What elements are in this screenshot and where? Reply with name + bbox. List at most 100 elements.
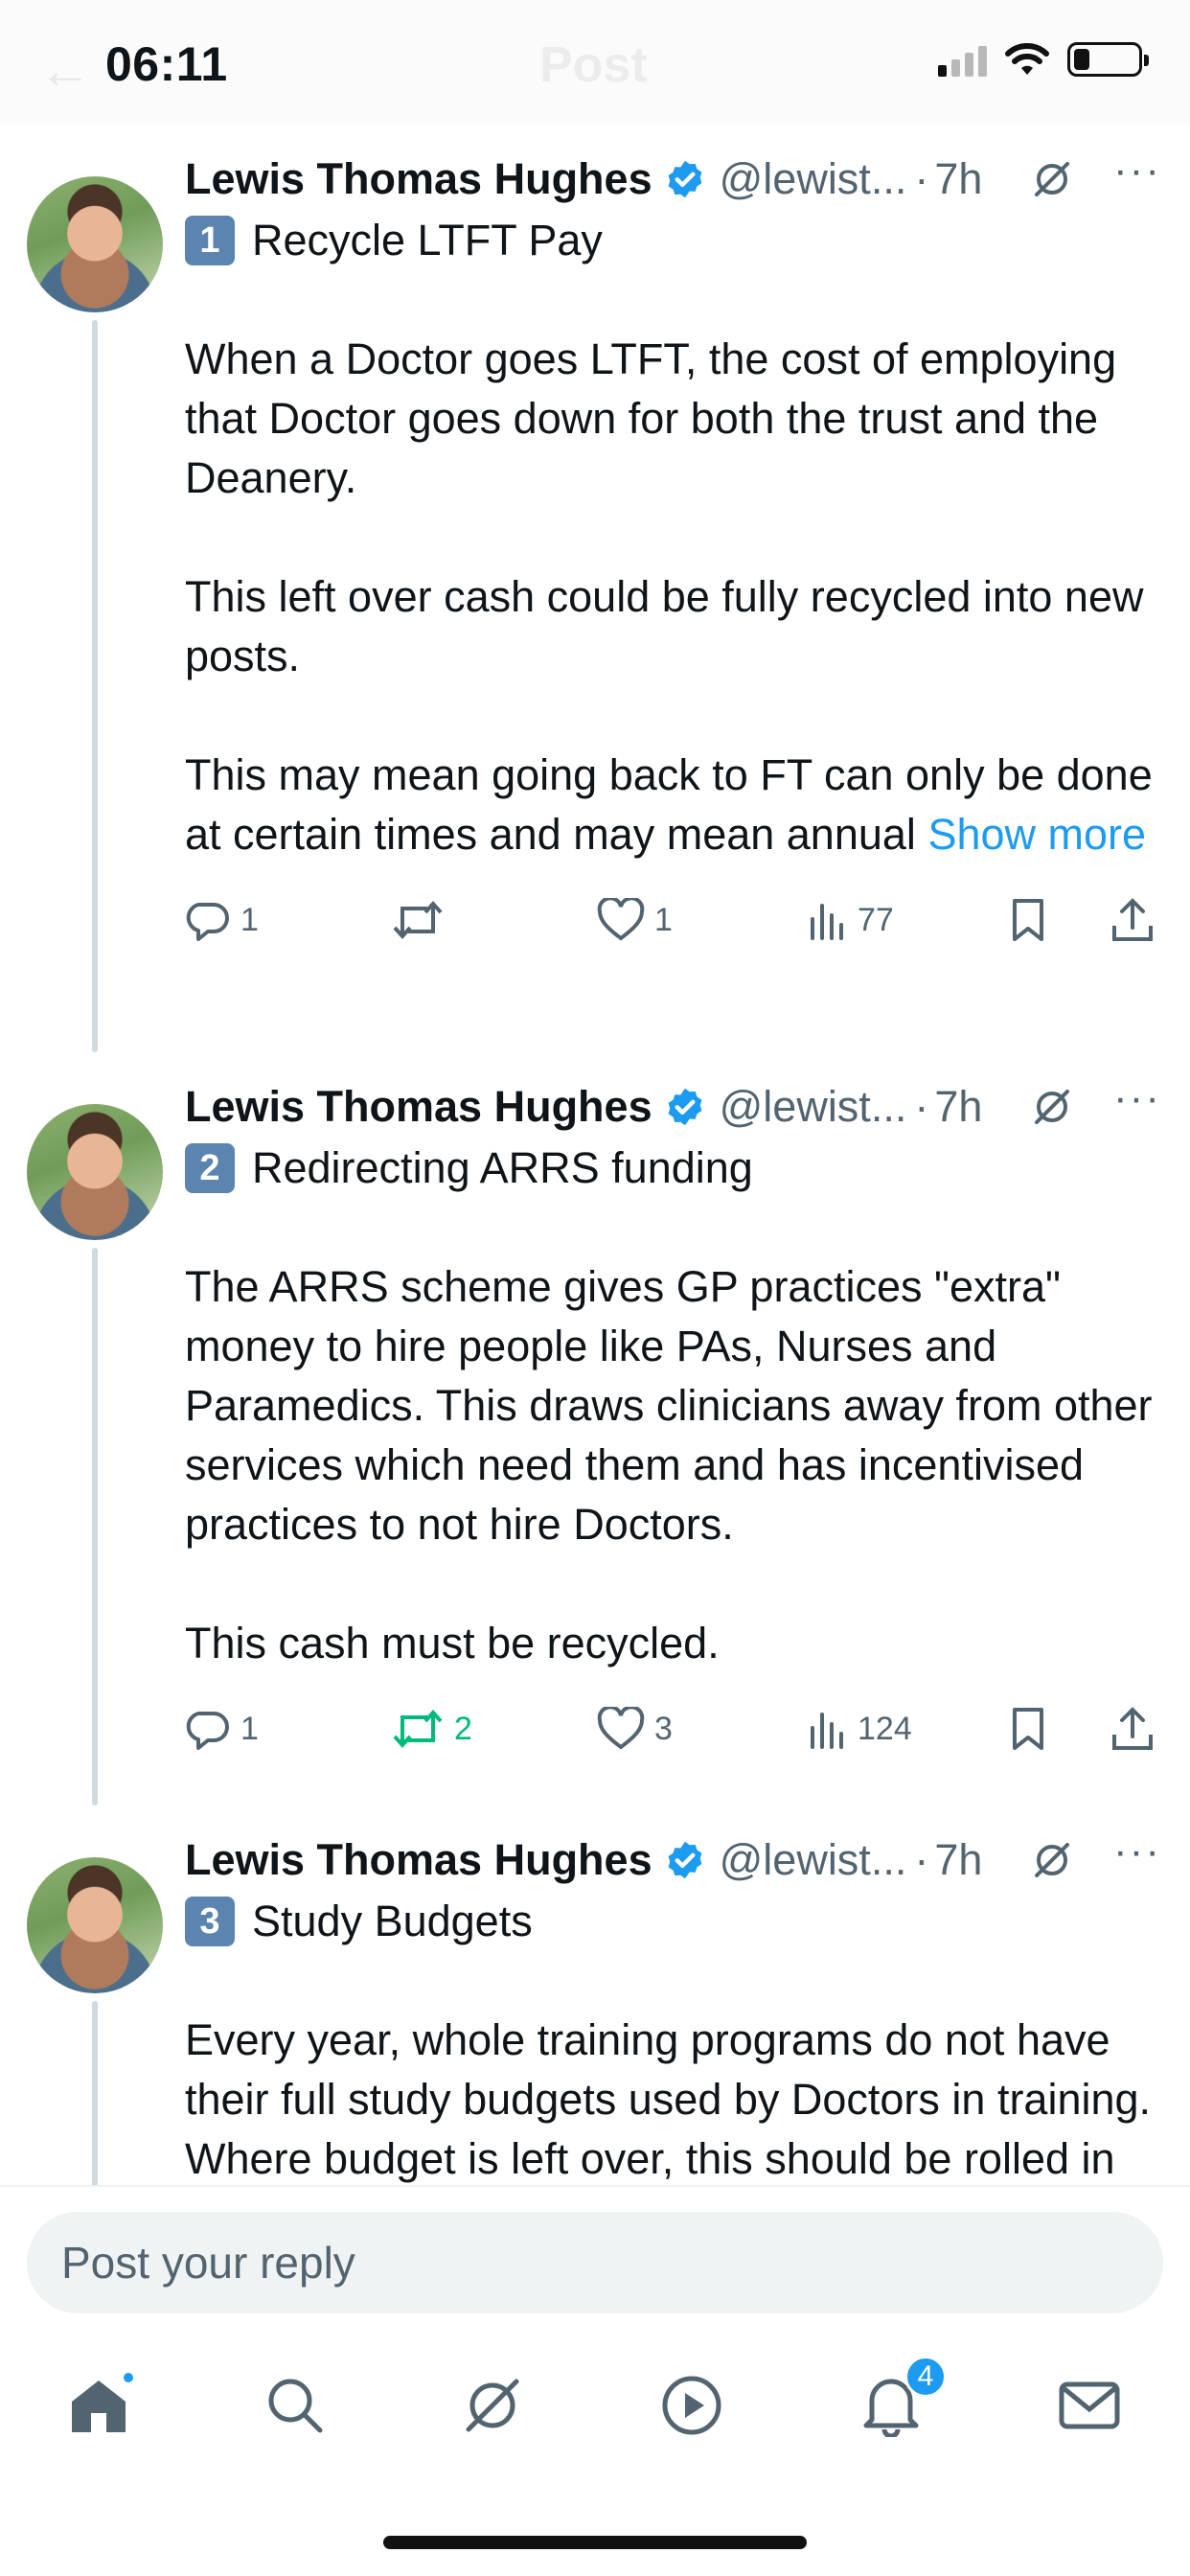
avatar[interactable] <box>27 1857 163 1993</box>
arrow-left-icon[interactable]: ← <box>38 38 92 101</box>
reply-count: 1 <box>240 901 259 938</box>
mail-icon <box>1059 2381 1120 2429</box>
status-icons <box>938 42 1149 77</box>
post[interactable]: Lewis Thomas Hughes @lewist... · 7h ··· … <box>0 1073 1190 1806</box>
post[interactable]: Lewis Thomas Hughes @lewist... · 7h ··· … <box>0 1827 1190 2242</box>
bookmark-icon <box>1013 1708 1043 1750</box>
verified-badge-icon <box>668 160 702 198</box>
post[interactable]: Lewis Thomas Hughes @lewist... · 7h ··· … <box>0 146 1190 1052</box>
grok-icon[interactable] <box>1031 1839 1073 1881</box>
home-unread-dot <box>122 2371 135 2384</box>
share-button[interactable] <box>1110 897 1155 943</box>
wifi-icon <box>1005 43 1049 75</box>
like-button[interactable]: 1 <box>597 898 673 942</box>
reply-icon <box>186 903 229 941</box>
author-handle[interactable]: @lewist... <box>720 1835 907 1885</box>
keycap-number-icon: 3 <box>185 1897 235 1946</box>
post-title: Study Budgets <box>252 1897 533 1945</box>
more-options-icon[interactable]: ··· <box>1113 1074 1161 1122</box>
reply-count: 1 <box>240 1710 259 1747</box>
repost-count: 2 <box>454 1710 472 1747</box>
tab-grok[interactable] <box>454 2367 531 2444</box>
separator: · <box>914 154 929 203</box>
tab-notifications[interactable]: 4 <box>853 2356 947 2444</box>
thread-connector <box>92 320 98 1052</box>
share-icon <box>1112 1707 1153 1750</box>
verified-badge-icon <box>668 1841 702 1879</box>
bookmark-button[interactable] <box>1009 1706 1047 1752</box>
analytics-icon <box>811 904 843 940</box>
post-actions: 1 1 77 <box>185 882 1161 958</box>
share-icon <box>1112 898 1153 941</box>
bookmark-button[interactable] <box>1009 897 1047 943</box>
post-time: 7h <box>934 1082 983 1131</box>
like-button[interactable]: 3 <box>597 1707 673 1751</box>
home-icon <box>72 2380 126 2432</box>
more-options-icon[interactable]: ··· <box>1113 1828 1161 1875</box>
post-paragraph: This left over cash could be fully recyc… <box>185 572 1144 680</box>
grok-icon[interactable] <box>1031 158 1073 200</box>
thread-connector <box>92 1248 98 1806</box>
analytics-icon <box>811 1713 843 1749</box>
post-header: Lewis Thomas Hughes @lewist... · 7h ··· <box>185 1073 1161 1140</box>
author-name[interactable]: Lewis Thomas Hughes <box>185 1082 652 1132</box>
tab-video[interactable] <box>653 2367 730 2444</box>
heart-icon <box>597 898 645 941</box>
thread-feed: Lewis Thomas Hughes @lewist... · 7h ··· … <box>0 125 1190 2242</box>
play-circle-icon <box>662 2376 721 2435</box>
reply-button[interactable]: 1 <box>185 1706 259 1752</box>
separator: · <box>914 1082 929 1131</box>
cellular-signal-icon <box>938 42 987 77</box>
post-time: 7h <box>934 154 983 203</box>
search-icon <box>268 2379 323 2433</box>
notifications-badge: 4 <box>904 2356 947 2398</box>
grok-icon[interactable] <box>1031 1086 1073 1128</box>
author-name[interactable]: Lewis Thomas Hughes <box>185 154 652 204</box>
post-body: The ARRS scheme gives GP practices "extr… <box>185 1257 1161 1673</box>
status-bar: ← Post 06:11 <box>0 0 1190 125</box>
post-title: Recycle LTFT Pay <box>252 216 603 264</box>
post-time: 7h <box>934 1835 983 1884</box>
reply-bar: Post your reply <box>0 2185 1190 2313</box>
battery-icon <box>1067 42 1149 77</box>
page-title: Post <box>539 37 648 93</box>
views-count: 77 <box>858 901 894 938</box>
post-actions: 1 2 3 124 <box>185 1690 1161 1767</box>
separator: · <box>914 1835 929 1884</box>
keycap-number-icon: 1 <box>185 216 235 265</box>
show-more-link[interactable]: Show more <box>927 810 1146 859</box>
author-handle[interactable]: @lewist... <box>720 1082 907 1132</box>
heart-icon <box>597 1707 645 1750</box>
post-title: Redirecting ARRS funding <box>252 1143 753 1192</box>
post-header: Lewis Thomas Hughes @lewist... · 7h ··· <box>185 146 1161 213</box>
post-paragraph: When a Doctor goes LTFT, the cost of emp… <box>185 334 1117 502</box>
author-name[interactable]: Lewis Thomas Hughes <box>185 1835 652 1885</box>
like-count: 3 <box>654 1710 673 1747</box>
avatar[interactable] <box>27 1104 163 1240</box>
share-button[interactable] <box>1110 1706 1155 1752</box>
tab-search[interactable] <box>257 2367 333 2444</box>
avatar[interactable] <box>27 176 163 312</box>
post-header: Lewis Thomas Hughes @lewist... · 7h ··· <box>185 1827 1161 1894</box>
more-options-icon[interactable]: ··· <box>1113 147 1161 195</box>
tab-home[interactable] <box>60 2367 137 2444</box>
verified-badge-icon <box>668 1088 702 1126</box>
bookmark-icon <box>1013 899 1043 941</box>
repost-button[interactable] <box>391 897 454 943</box>
grok-icon <box>466 2379 519 2432</box>
reply-input[interactable]: Post your reply <box>27 2212 1163 2313</box>
views-button[interactable]: 124 <box>808 1709 912 1749</box>
views-button[interactable]: 77 <box>808 900 894 940</box>
post-paragraph: This cash must be recycled. <box>185 1619 720 1668</box>
author-handle[interactable]: @lewist... <box>720 154 907 204</box>
views-count: 124 <box>858 1710 912 1747</box>
reply-button[interactable]: 1 <box>185 897 259 943</box>
repost-button[interactable]: 2 <box>391 1706 472 1752</box>
tab-messages[interactable] <box>1051 2367 1128 2444</box>
home-indicator <box>383 2536 807 2549</box>
repost-icon <box>393 1709 443 1749</box>
repost-icon <box>393 900 443 940</box>
reply-icon <box>186 1712 229 1750</box>
status-time: 06:11 <box>105 37 228 91</box>
post-body: When a Doctor goes LTFT, the cost of emp… <box>185 330 1161 864</box>
